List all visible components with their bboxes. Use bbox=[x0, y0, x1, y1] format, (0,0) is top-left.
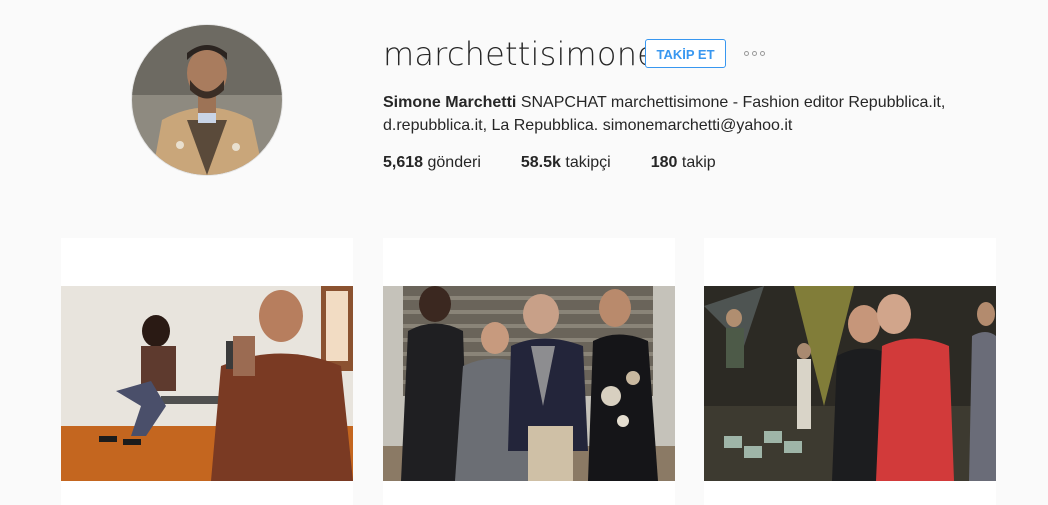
post-tile[interactable] bbox=[704, 238, 996, 505]
follow-button[interactable]: TAKİP ET bbox=[645, 39, 726, 68]
following-label: takip bbox=[681, 154, 716, 171]
profile-username: marchettisimone bbox=[383, 35, 658, 73]
dot-icon bbox=[760, 50, 765, 56]
stat-posts: 5,618 gönderi bbox=[383, 153, 481, 173]
stat-followers[interactable]: 58.5k takipçi bbox=[521, 153, 611, 173]
avatar[interactable] bbox=[132, 25, 282, 175]
post-tile[interactable] bbox=[383, 238, 675, 505]
profile-full-name: Simone Marchetti bbox=[383, 94, 517, 111]
post-photo[interactable] bbox=[61, 286, 353, 481]
bio-line-2: d.repubblica.it, La Repubblica. simonema… bbox=[383, 117, 793, 134]
post-photo[interactable] bbox=[704, 286, 996, 481]
bio-line-1: SNAPCHAT marchettisimone - Fashion edito… bbox=[520, 94, 946, 111]
post-tile[interactable] bbox=[61, 238, 353, 505]
followers-count: 58.5k bbox=[520, 154, 561, 171]
profile-stats: 5,618 gönderi 58.5k takipçi 180 takip bbox=[383, 153, 756, 173]
dot-icon bbox=[752, 50, 757, 56]
more-options-icon[interactable] bbox=[744, 47, 768, 59]
stat-following[interactable]: 180 takip bbox=[651, 153, 716, 173]
profile-header: marchettisimone TAKİP ET Simone Marchett… bbox=[0, 0, 1048, 210]
dot-icon bbox=[744, 50, 749, 56]
followers-label: takipçi bbox=[565, 154, 611, 171]
posts-count: 5,618 bbox=[383, 154, 424, 171]
post-photo[interactable] bbox=[383, 286, 675, 481]
following-count: 180 bbox=[650, 154, 678, 171]
posts-label: gönderi bbox=[427, 154, 481, 171]
profile-bio: Simone Marchetti SNAPCHAT marchettisimon… bbox=[383, 91, 983, 137]
